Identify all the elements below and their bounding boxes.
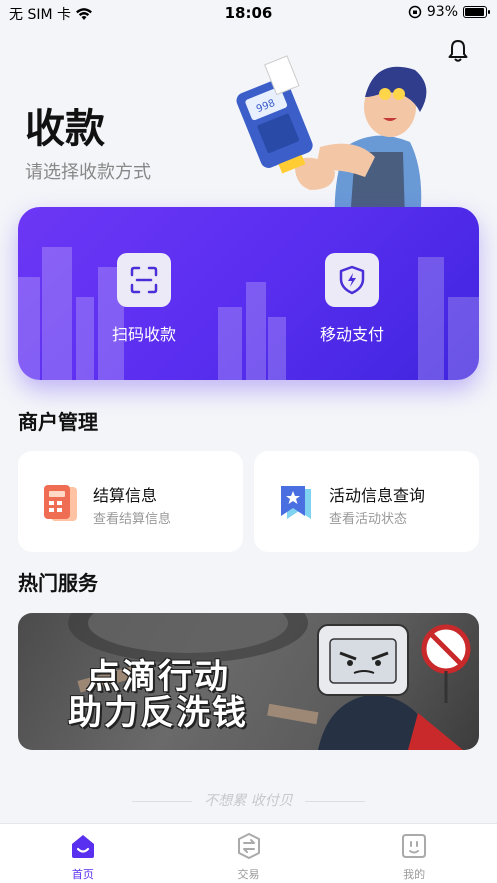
footer-slogan: 不想累 收付贝 (0, 790, 497, 810)
merchant-section-title: 商户管理 (18, 410, 98, 434)
shield-bolt-icon (339, 265, 365, 295)
settlement-info-card[interactable]: 结算信息 查看结算信息 (18, 451, 243, 552)
banner-headline-2: 助力反洗钱 (68, 693, 248, 733)
page-title: 收款 (25, 106, 105, 152)
activity-info-subtitle: 查看活动状态 (329, 512, 408, 527)
settlement-info-title: 结算信息 (93, 486, 158, 505)
battery-icon (463, 6, 490, 18)
tab-mine-label: 我的 (403, 868, 426, 881)
mobile-pay-icon-tile (325, 253, 379, 307)
slogan-divider-right (304, 800, 365, 802)
tab-home[interactable]: 首页 (0, 824, 166, 883)
activity-info-card[interactable]: 活动信息查询 查看活动状态 (254, 451, 479, 552)
scan-icon-tile (117, 253, 171, 307)
battery-level (465, 8, 484, 16)
cashier-illustration: 998 (236, 55, 427, 220)
payment-methods-card: 扫码收款 移动支付 (18, 207, 479, 380)
tab-trade[interactable]: 交易 (166, 824, 332, 883)
hot-services-title: 热门服务 (18, 571, 98, 595)
scan-pay-label: 扫码收款 (111, 325, 176, 344)
scan-icon (130, 266, 158, 294)
battery-percent: 93% (426, 4, 458, 20)
status-bar: 无 SIM 卡 18:06 93% (0, 0, 497, 26)
calculator-icon (44, 485, 77, 521)
scan-pay-button[interactable]: 扫码收款 (74, 253, 214, 353)
mobile-pay-label: 移动支付 (319, 325, 384, 344)
tab-mine[interactable]: 我的 (331, 824, 497, 883)
orientation-lock-icon (408, 5, 422, 19)
slogan-text: 不想累 收付贝 (204, 793, 293, 809)
bottom-tab-bar: 首页 交易 我的 (0, 823, 497, 883)
bookmark-star-icon (281, 486, 311, 519)
anti-money-laundering-banner[interactable]: 点滴行动 助力反洗钱 (18, 613, 479, 750)
notification-bell-icon[interactable] (445, 38, 471, 64)
settlement-info-subtitle: 查看结算信息 (93, 512, 172, 527)
tab-trade-label: 交易 (237, 868, 260, 881)
slogan-divider-left (132, 800, 193, 802)
activity-info-title: 活动信息查询 (329, 486, 426, 505)
mobile-pay-button[interactable]: 移动支付 (282, 253, 422, 353)
exchange-icon (237, 833, 260, 859)
profile-icon (402, 834, 427, 858)
page-subtitle: 请选择收款方式 (25, 162, 151, 183)
home-icon (71, 835, 94, 858)
tab-home-label: 首页 (71, 868, 94, 881)
status-right: 93% (408, 4, 490, 20)
